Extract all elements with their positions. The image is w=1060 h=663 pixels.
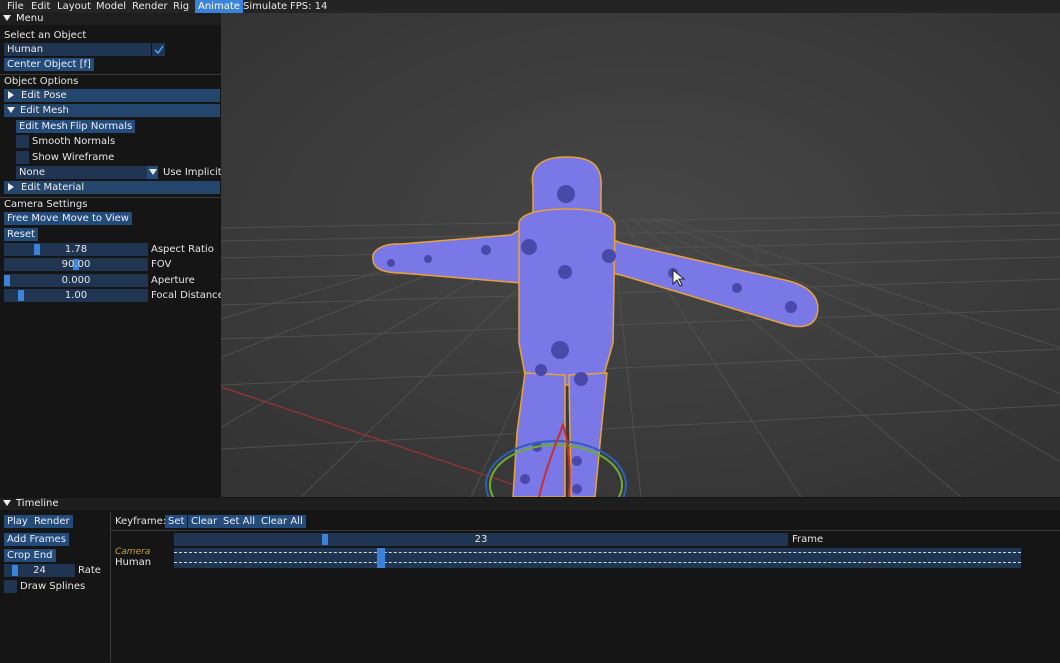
menu-simulate[interactable]: Simulate <box>240 0 290 13</box>
camera-track-line <box>174 552 1021 553</box>
menu-animate[interactable]: Animate <box>195 0 243 13</box>
dropdown-arrow-button[interactable] <box>147 166 158 179</box>
track-human-label[interactable]: Human <box>115 557 151 568</box>
select-object-label: Select an Object <box>4 30 87 41</box>
camera-settings-label: Camera Settings <box>4 199 88 210</box>
frame-value: 23 <box>474 534 488 545</box>
viewport-canvas <box>221 13 1060 497</box>
move-to-view-button[interactable]: Move to View <box>59 212 132 225</box>
edit-material-header[interactable]: Edit Material <box>4 181 220 194</box>
focal-distance-label: Focal Distance <box>151 290 221 301</box>
reset-button[interactable]: Reset <box>4 228 38 241</box>
edit-pose-header[interactable]: Edit Pose <box>4 89 220 102</box>
3d-viewport[interactable] <box>221 13 1060 497</box>
edit-mesh-label: Edit Mesh <box>20 105 69 116</box>
flip-normals-button[interactable]: Flip Normals <box>67 120 136 133</box>
fps-readout: FPS: 14 <box>290 1 328 12</box>
smooth-normals-label: Smooth Normals <box>32 136 116 147</box>
show-wireframe-checkbox[interactable] <box>16 151 29 164</box>
keyframe-label: Keyframe: <box>115 516 167 527</box>
menu-model[interactable]: Model <box>93 0 129 13</box>
add-frames-button[interactable]: Add Frames <box>4 533 69 546</box>
object-select-field[interactable]: Human <box>4 43 151 56</box>
smooth-normals-checkbox[interactable] <box>16 135 29 148</box>
frame-slider[interactable]: 23 <box>174 533 788 546</box>
divider <box>111 530 1060 531</box>
rate-value: 24 <box>33 565 46 576</box>
collapse-arrow-icon <box>3 500 11 506</box>
slider-value: 0.000 <box>61 275 91 286</box>
draw-splines-checkbox[interactable] <box>4 580 17 593</box>
frame-label: Frame <box>792 534 824 545</box>
collapse-arrow-icon <box>7 107 15 113</box>
expand-arrow-icon <box>8 183 14 191</box>
timeline-panel: Timeline Play Render Add Frames Crop End… <box>0 497 1060 663</box>
aspect-ratio-slider[interactable]: 1.78 <box>4 243 148 256</box>
slider-value: 1.00 <box>64 290 88 301</box>
checkmark-icon <box>154 45 164 55</box>
menu-header[interactable]: Menu <box>0 13 221 25</box>
clear-all-button[interactable]: Clear All <box>258 515 306 528</box>
focal-distance-slider[interactable]: 1.00 <box>4 289 148 302</box>
slider-value: 90.00 <box>61 259 91 270</box>
menu-bar: File Edit Layout Model Render Rig Animat… <box>0 0 1060 13</box>
expand-arrow-icon <box>8 91 14 99</box>
center-object-button[interactable]: Center Object [f] <box>4 58 94 71</box>
menu-render[interactable]: Render <box>129 0 171 13</box>
collapse-arrow-icon <box>3 15 11 21</box>
track-area[interactable] <box>174 548 1021 568</box>
menu-rig[interactable]: Rig <box>170 0 192 13</box>
menu-file[interactable]: File <box>4 0 27 13</box>
free-move-button[interactable]: Free Move <box>4 212 62 225</box>
edit-pose-label: Edit Pose <box>21 90 67 101</box>
slider-value: 1.78 <box>64 244 88 255</box>
play-button[interactable]: Play <box>4 515 31 528</box>
set-all-button[interactable]: Set All <box>220 515 258 528</box>
show-wireframe-label: Show Wireframe <box>32 152 115 163</box>
playhead-marker[interactable] <box>377 548 385 568</box>
edit-mesh-header[interactable]: Edit Mesh <box>4 104 220 117</box>
timeline-header[interactable]: Timeline <box>0 498 1060 510</box>
use-implicit-label: Use Implicit S <box>163 167 221 178</box>
timeline-title: Timeline <box>16 498 59 509</box>
chevron-down-icon <box>149 169 157 175</box>
aspect-ratio-label: Aspect Ratio <box>151 244 214 255</box>
clear-keyframe-button[interactable]: Clear <box>188 515 221 528</box>
divider <box>110 512 111 662</box>
fov-label: FOV <box>151 259 172 270</box>
crop-end-button[interactable]: Crop End <box>4 549 56 562</box>
implicit-dropdown[interactable]: None <box>16 166 150 179</box>
human-track-line <box>174 562 1021 563</box>
rate-slider[interactable]: 24 <box>4 564 75 577</box>
menu-layout[interactable]: Layout <box>54 0 94 13</box>
aperture-slider[interactable]: 0.000 <box>4 274 148 287</box>
object-enabled-checkbox[interactable] <box>152 43 165 56</box>
menu-edit[interactable]: Edit <box>28 0 53 13</box>
menu-panel: Menu Select an Object Human Center Objec… <box>0 13 221 497</box>
fov-slider[interactable]: 90.00 <box>4 258 148 271</box>
set-keyframe-button[interactable]: Set <box>165 515 188 528</box>
edit-material-label: Edit Material <box>21 182 85 193</box>
aperture-label: Aperture <box>151 275 195 286</box>
menu-title: Menu <box>16 13 44 24</box>
object-options-label: Object Options <box>4 76 79 87</box>
draw-splines-label: Draw Splines <box>20 581 86 592</box>
edit-mesh-button[interactable]: Edit Mesh <box>16 120 71 133</box>
rate-label: Rate <box>78 565 101 576</box>
render-button[interactable]: Render <box>31 515 73 528</box>
